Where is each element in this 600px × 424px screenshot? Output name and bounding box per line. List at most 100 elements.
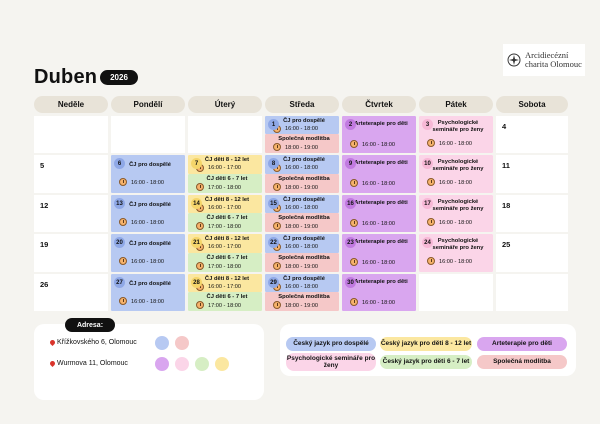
calendar-cell[interactable] [111,116,185,153]
event-art-title: Arteterapie pro děti [354,239,408,245]
event-psych-title: Psychologické semináře pro ženy [432,120,484,133]
alarm-clock-icon [196,183,204,191]
day-number: 3 [422,119,433,130]
event-art-title: Arteterapie pro děti [354,121,408,127]
event-cj-8-12-title: ČJ děti 8 - 12 let [204,197,250,203]
address-text-2: Wurmova 11, Olomouc [57,360,128,367]
color-dot-lightpink [175,357,189,371]
legend-item-1: Český jazyk pro děti 8 - 12 let [380,337,472,351]
alarm-clock-icon [350,179,358,187]
day-number: 20 [114,237,125,248]
event-cj-adult-title: ČJ pro dospělé [129,281,171,287]
event-cj-adult-time: 16:00 - 18:00 [285,165,318,171]
alarm-clock-icon [119,257,127,265]
event-psych-title: Psychologické semináře pro ženy [432,199,484,212]
day-number: 15 [268,198,279,209]
day-number: 27 [114,277,125,288]
event-cj-adult-time: 16:00 - 18:00 [131,220,164,226]
month-title: Duben [34,66,98,88]
event-prayer-title: Společná modlitba [278,136,330,142]
event-prayer-time: 18:00 - 19:00 [285,264,318,270]
day-number: 30 [345,277,356,288]
alarm-clock-icon [119,297,127,305]
event-psych-time: 16:00 - 18:00 [439,180,472,186]
day-number: 6 [114,158,125,169]
event-cj-6-7-title: ČJ děti 6 - 7 let [206,294,248,300]
event-cj-8-12-time: 16:00 - 17:00 [208,244,241,250]
color-dot-green [195,357,209,371]
event-cj-adult-title: ČJ pro dospělé [283,197,325,203]
calendar-cell[interactable] [34,116,108,153]
event-cj-adult-time: 16:00 - 18:00 [285,244,318,250]
legend-item-4: Český jazyk pro děti 6 - 7 let [380,355,472,369]
day-number: 19 [40,240,49,249]
event-psych-time: 16:00 - 18:00 [439,141,472,147]
legend-item-2: Arteterapie pro děti [477,337,567,351]
day-number: 18 [502,201,511,210]
day-number: 7 [191,158,202,169]
event-cj-adult-time: 16:00 - 18:00 [131,180,164,186]
event-prayer-title: Společná modlitba [278,176,330,182]
logo-line-2: charita Olomouc [525,59,582,69]
alarm-clock-icon [273,262,281,270]
event-cj-8-12-title: ČJ děti 8 - 12 let [204,157,250,163]
event-art-time: 16:00 - 18:00 [362,221,395,227]
day-number: 4 [502,122,507,131]
event-psych-time: 16:00 - 18:00 [439,259,472,265]
day-number: 14 [191,198,202,209]
day-number: 1 [268,119,279,130]
event-psych-title: Psychologické semináře pro ženy [432,159,484,172]
alarm-clock-icon [119,218,127,226]
event-cj-adult-time: 16:00 - 18:00 [285,205,318,211]
alarm-clock-icon [427,178,435,186]
day-number: 16 [345,198,356,209]
legend-item-0: Český jazyk pro dospělé [286,337,376,351]
alarm-clock-icon [196,262,204,270]
event-cj-adult-time: 16:00 - 18:00 [285,126,318,132]
day-number: 26 [40,280,49,289]
event-prayer-title: Společná modlitba [278,294,330,300]
event-cj-6-7-title: ČJ děti 6 - 7 let [206,215,248,221]
event-prayer-title: Společná modlitba [278,255,330,261]
event-cj-adult-title: ČJ pro dospělé [129,162,171,168]
event-cj-adult-title: ČJ pro dospělé [283,236,325,242]
day-header-3: Středa [265,96,339,113]
day-number: 25 [502,240,511,249]
event-psych-time: 16:00 - 18:00 [439,220,472,226]
event-art-time: 16:00 - 18:00 [362,142,395,148]
day-number: 12 [40,201,49,210]
day-number: 13 [114,198,125,209]
day-number: 8 [268,158,279,169]
event-prayer-title: Společná modlitba [278,215,330,221]
calendar-cell[interactable] [496,274,568,311]
event-art-time: 16:00 - 18:00 [362,181,395,187]
charity-logo-icon [507,53,521,67]
alarm-clock-icon [273,222,281,230]
address-item-2: Wurmova 11, Olomouc [48,359,128,368]
event-cj-adult-time: 16:00 - 18:00 [131,299,164,305]
alarm-clock-icon [350,298,358,306]
calendar-cell[interactable] [419,274,493,311]
event-psych-title: Psychologické semináře pro ženy [432,238,484,251]
event-art-time: 16:00 - 18:00 [362,300,395,306]
calendar-cell[interactable] [188,116,262,153]
day-number: 17 [422,198,433,209]
day-header-4: Čtvrtek [342,96,416,113]
day-number: 10 [422,158,433,169]
alarm-clock-icon [350,140,358,148]
day-number: 9 [345,158,356,169]
alarm-clock-icon [427,139,435,147]
day-header-1: Pondělí [111,96,185,113]
calendar-cell[interactable] [496,116,568,153]
day-number: 29 [268,277,279,288]
color-dot-purple [155,357,169,371]
calendar-cell[interactable] [34,155,108,193]
event-cj-6-7-time: 17:00 - 18:00 [208,303,241,309]
event-prayer-time: 18:00 - 19:00 [285,224,318,230]
event-art-title: Arteterapie pro děti [354,160,408,166]
alarm-clock-icon [196,301,204,309]
year-badge: 2026 [100,70,138,85]
day-number: 22 [268,237,279,248]
color-dot-blue [155,336,169,350]
event-cj-6-7-time: 17:00 - 18:00 [208,264,241,270]
